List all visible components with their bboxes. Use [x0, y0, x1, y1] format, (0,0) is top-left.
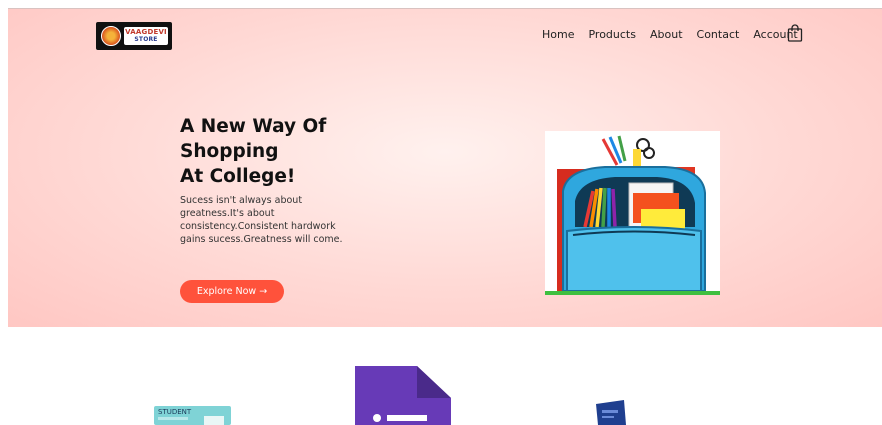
id-card-label: STUDENT — [158, 408, 192, 416]
hero-subtitle: Sucess isn't always about greatness.It's… — [180, 195, 343, 245]
blue-book-icon — [596, 400, 626, 425]
google-forms-icon — [355, 366, 451, 425]
hero-title-line1: A New Way Of — [180, 116, 327, 137]
nav-contact[interactable]: Contact — [697, 28, 740, 41]
logo-line2: STORE — [134, 36, 158, 43]
hero-section: VAAGDEVI STORE Home Products About Conta… — [8, 8, 882, 327]
logo-emblem-icon — [101, 26, 121, 46]
explore-now-button[interactable]: Explore Now → — [180, 280, 284, 303]
hero-title-line3: At College! — [180, 166, 296, 187]
store-logo[interactable]: VAAGDEVI STORE — [96, 22, 172, 50]
backpack-image — [545, 131, 720, 295]
student-id-card-image: STUDENT — [154, 406, 231, 425]
logo-line1: VAAGDEVI — [125, 28, 167, 36]
hero-title-line2: Shopping — [180, 141, 279, 162]
hero-title: A New Way Of Shopping At College! — [180, 114, 370, 189]
nav-home[interactable]: Home — [542, 28, 574, 41]
nav-products[interactable]: Products — [588, 28, 636, 41]
main-nav: Home Products About Contact Account — [542, 28, 798, 41]
logo-text: VAAGDEVI STORE — [124, 27, 168, 45]
shopping-bag-icon[interactable] — [787, 24, 803, 42]
nav-about[interactable]: About — [650, 28, 683, 41]
